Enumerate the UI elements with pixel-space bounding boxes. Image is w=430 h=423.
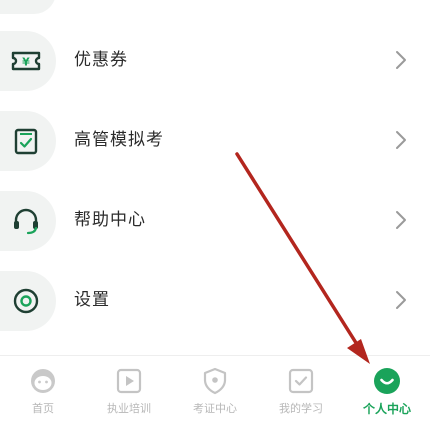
chevron-right-icon bbox=[396, 51, 406, 69]
menu-item-settings[interactable]: 设置 bbox=[0, 261, 430, 341]
menu-item-label: 优惠券 bbox=[74, 50, 128, 70]
chevron-right-icon bbox=[396, 131, 406, 149]
tab-label: 个人中心 bbox=[362, 402, 411, 416]
chevron-right-icon bbox=[396, 211, 406, 229]
svg-text:¥: ¥ bbox=[22, 56, 30, 69]
tab-label: 首页 bbox=[32, 402, 54, 415]
menu-item-help-center[interactable]: 帮助中心 bbox=[0, 181, 430, 261]
home-face-icon bbox=[31, 369, 55, 393]
check-square-icon bbox=[288, 368, 314, 394]
tab-label: 执业培训 bbox=[107, 402, 151, 415]
tab-home[interactable]: 首页 bbox=[0, 356, 86, 423]
smile-icon bbox=[374, 368, 400, 394]
coupon-icon: ¥ bbox=[0, 31, 56, 91]
tab-label: 我的学习 bbox=[279, 402, 323, 415]
menu-item-coupons[interactable]: ¥ 优惠券 bbox=[0, 21, 430, 101]
menu-item-label: 高管模拟考 bbox=[74, 130, 164, 150]
menu-item-executive-mock-exam[interactable]: 高管模拟考 bbox=[0, 101, 430, 181]
menu-item-label: 设置 bbox=[74, 290, 110, 310]
tab-personal-center[interactable]: 个人中心 bbox=[344, 356, 430, 423]
menu-item-label: 帮助中心 bbox=[74, 210, 146, 230]
previous-item-icon-background bbox=[0, 0, 56, 14]
tab-certification-center[interactable]: 考证中心 bbox=[172, 356, 258, 423]
chevron-right-icon bbox=[396, 291, 406, 309]
exam-icon bbox=[0, 111, 56, 171]
settings-icon bbox=[0, 271, 56, 331]
shield-icon bbox=[203, 367, 227, 395]
tab-label: 考证中心 bbox=[193, 402, 237, 415]
play-icon bbox=[116, 368, 142, 394]
headset-icon bbox=[0, 191, 56, 251]
menu-list: ¥ 优惠券 高管模拟考 帮助中心 设置 bbox=[0, 0, 430, 355]
bottom-tab-bar: 首页 执业培训 考证中心 我的学习 个人中心 bbox=[0, 355, 430, 423]
tab-my-learning[interactable]: 我的学习 bbox=[258, 356, 344, 423]
tab-practice-training[interactable]: 执业培训 bbox=[86, 356, 172, 423]
